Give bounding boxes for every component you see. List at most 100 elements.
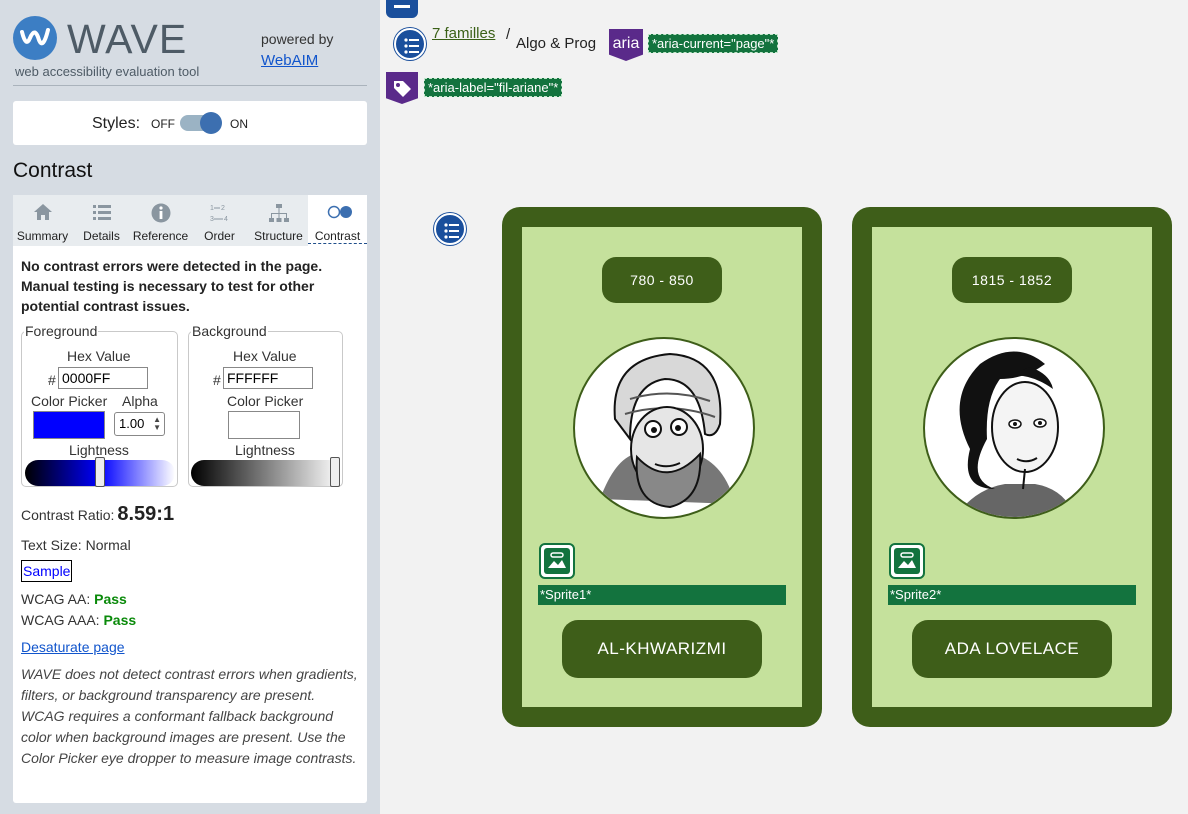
tab-label: Details xyxy=(83,229,120,243)
breadcrumb-link[interactable]: 7 familles xyxy=(432,25,495,42)
bg-lightness-label: Lightness xyxy=(235,442,295,458)
wave-logo-icon xyxy=(13,16,57,60)
svg-text:2: 2 xyxy=(221,205,225,212)
family-card: 780 - 850 *Sprite1* AL-KHWARIZMI xyxy=(502,207,822,727)
spinner-icon[interactable]: ▲ ▼ xyxy=(153,416,161,432)
tab-label: Structure xyxy=(254,229,303,243)
section-title: Contrast xyxy=(13,159,93,182)
bg-picker-label: Color Picker xyxy=(227,393,304,409)
breadcrumb-separator: / xyxy=(506,26,511,43)
wave-logo-subtitle: web accessibility evaluation tool xyxy=(15,64,200,79)
fg-hash: # xyxy=(48,372,56,388)
aria-current-label: *aria-current="page"* xyxy=(648,34,779,53)
bg-hex-label: Hex Value xyxy=(233,348,297,364)
card-body: 1815 - 1852 *Sprite2* ADA LOVELACE xyxy=(872,227,1152,707)
portrait-image xyxy=(573,337,755,519)
wcag-aaa-label: WCAG AAA: xyxy=(21,612,100,628)
tab-label: Reference xyxy=(132,229,189,243)
fg-color-picker[interactable] xyxy=(33,411,105,439)
styles-toggle[interactable] xyxy=(180,112,222,134)
card-dates: 780 - 850 xyxy=(602,257,722,303)
tab-structure[interactable]: Structure xyxy=(249,195,308,246)
tab-label: Contrast xyxy=(308,229,367,244)
image-icon[interactable] xyxy=(539,543,575,579)
contrast-ratio-label: Contrast Ratio: xyxy=(21,507,115,523)
webaim-link[interactable]: WebAIM xyxy=(261,52,318,69)
tab-contrast[interactable]: Contrast xyxy=(308,195,367,246)
fg-lightness-thumb[interactable] xyxy=(95,457,105,487)
tab-label: Summary xyxy=(16,229,69,243)
list-icon xyxy=(91,203,113,223)
wcag-aaa-row: WCAG AAA: Pass xyxy=(21,612,136,628)
card-name-button[interactable]: AL-KHWARIZMI xyxy=(562,620,762,678)
text-size: Text Size: Normal xyxy=(21,537,131,553)
bg-lightness-slider[interactable] xyxy=(191,457,341,487)
toggle-knob[interactable] xyxy=(200,112,222,134)
structure-icon[interactable] xyxy=(386,0,418,18)
fg-picker-label: Color Picker xyxy=(31,393,108,409)
image-icon[interactable] xyxy=(889,543,925,579)
contrast-note: WAVE does not detect contrast errors whe… xyxy=(21,666,358,766)
sprite-label: *Sprite1* xyxy=(538,585,786,605)
info-icon xyxy=(150,203,172,223)
fg-lightness-slider[interactable] xyxy=(25,457,175,487)
bg-color-picker[interactable] xyxy=(228,411,300,439)
background-legend: Background xyxy=(191,323,268,339)
tab-reference[interactable]: Reference xyxy=(131,195,190,246)
fg-lightness-label: Lightness xyxy=(69,442,129,458)
powered-by-text: powered by xyxy=(261,31,334,47)
svg-text:3: 3 xyxy=(210,216,214,223)
family-card: 1815 - 1852 *Sprite2* ADA LOVELACE xyxy=(852,207,1172,727)
svg-text:1: 1 xyxy=(210,205,214,212)
sample-text: Sample xyxy=(21,560,73,582)
card-name-button[interactable]: ADA LOVELACE xyxy=(912,620,1112,678)
wave-sidebar: WAVE web accessibility evaluation tool p… xyxy=(0,0,380,814)
fg-hex-input[interactable] xyxy=(58,367,148,389)
tab-order[interactable]: 123 4 Order xyxy=(190,195,249,246)
wave-logo-text: WAVE xyxy=(67,16,188,62)
styles-off-label: OFF xyxy=(151,117,175,131)
breadcrumb-current: Algo & Prog xyxy=(516,35,597,52)
card-dates: 1815 - 1852 xyxy=(952,257,1072,303)
portrait-image xyxy=(923,337,1105,519)
svg-text:4: 4 xyxy=(224,216,228,223)
order-icon: 123 4 xyxy=(209,203,231,223)
header-divider xyxy=(13,85,367,86)
tab-bar: Summary Details Reference 123 4 Order Str… xyxy=(13,195,367,246)
bg-hash: # xyxy=(213,372,221,388)
wcag-aa-label: WCAG AA: xyxy=(21,591,91,607)
fg-hex-label: Hex Value xyxy=(67,348,131,364)
contrast-ratio-value: 8.59:1 xyxy=(117,503,175,525)
styles-toggle-box: Styles: OFF ON xyxy=(13,101,367,145)
fg-alpha-value: 1.00 xyxy=(119,416,145,431)
wave-list-icon[interactable] xyxy=(394,28,426,60)
styles-label: Styles: xyxy=(92,115,141,132)
contrast-panel: Summary Details Reference 123 4 Order Str… xyxy=(13,195,367,803)
tab-label: Order xyxy=(204,229,235,243)
sprite-label: *Sprite2* xyxy=(888,585,1136,605)
wcag-aaa-result: Pass xyxy=(103,612,137,628)
contrast-message: No contrast errors were detected in the … xyxy=(21,258,323,314)
structure-icon xyxy=(268,203,290,223)
background-fieldset: Background Hex Value # Color Picker Ligh… xyxy=(188,323,343,487)
tag-icon[interactable] xyxy=(386,72,418,104)
bg-lightness-thumb[interactable] xyxy=(330,457,340,487)
bg-hex-input[interactable] xyxy=(223,367,313,389)
fg-alpha-input[interactable]: 1.00 ▲ ▼ xyxy=(114,412,165,436)
tab-summary[interactable]: Summary xyxy=(13,195,72,246)
wave-list-icon[interactable] xyxy=(434,213,466,245)
card-body: 780 - 850 *Sprite1* AL-KHWARIZMI xyxy=(522,227,802,707)
styles-on-label: ON xyxy=(230,117,248,131)
tab-details[interactable]: Details xyxy=(72,195,131,246)
contrast-ratio: Contrast Ratio: 8.59:1 xyxy=(21,503,174,526)
aria-icon[interactable]: aria xyxy=(609,29,643,61)
aria-label-label: *aria-label="fil-ariane"* xyxy=(424,78,563,97)
foreground-fieldset: Foreground Hex Value # Color Picker Alph… xyxy=(21,323,178,487)
foreground-legend: Foreground xyxy=(24,323,99,339)
contrast-icon xyxy=(327,203,352,223)
desaturate-page-link[interactable]: Desaturate page xyxy=(21,639,125,655)
wcag-aa-result: Pass xyxy=(94,591,127,607)
home-icon xyxy=(32,203,54,223)
fg-alpha-label: Alpha xyxy=(122,393,158,409)
wcag-aa-row: WCAG AA: Pass xyxy=(21,591,127,607)
